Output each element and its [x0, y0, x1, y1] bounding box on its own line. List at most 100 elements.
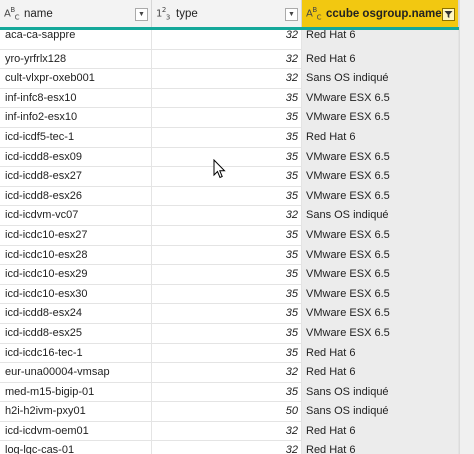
table-row[interactable]: yro-yrfrlx128 32 Red Hat 6 [0, 49, 459, 70]
cell-type[interactable]: 50 [152, 402, 302, 422]
cell-os[interactable]: VMware ESX 6.5 [302, 186, 459, 207]
cell-os[interactable]: VMware ESX 6.5 [302, 245, 459, 266]
cell-type[interactable]: 35 [152, 343, 302, 364]
table-row[interactable]: icd-icdd8-esx09 35 VMware ESX 6.5 [0, 147, 459, 168]
column-label-os: ccube osgroup.name [326, 8, 442, 20]
cell-os[interactable]: Red Hat 6 [302, 421, 459, 442]
column-header-os[interactable]: ABC ccube osgroup.name [302, 0, 459, 28]
cell-os[interactable]: VMware ESX 6.5 [302, 88, 459, 109]
table-row[interactable]: icd-icdvm-oem01 32 Red Hat 6 [0, 421, 459, 442]
cell-name[interactable]: icd-icdc16-tec-1 [0, 343, 152, 364]
cell-type[interactable]: 32 [152, 441, 302, 454]
cell-os[interactable]: VMware ESX 6.5 [302, 304, 459, 324]
text-type-icon[interactable]: ABC [4, 6, 22, 21]
cell-os[interactable]: Red Hat 6 [302, 343, 459, 364]
cell-name[interactable]: icd-icdd8-esx25 [0, 323, 152, 344]
cell-type[interactable]: 35 [152, 382, 302, 403]
cell-os[interactable]: VMware ESX 6.5 [302, 167, 459, 187]
cell-name[interactable]: icd-icdd8-esx27 [0, 167, 152, 187]
dropdown-icon[interactable]: ▼ [135, 7, 148, 21]
cell-name[interactable]: inf-infc8-esx10 [0, 88, 152, 109]
cell-os[interactable]: Sans OS indiqué [302, 69, 459, 89]
cell-os[interactable]: Red Hat 6 [302, 363, 459, 383]
cell-os[interactable]: Sans OS indiqué [302, 206, 459, 226]
cell-os[interactable]: VMware ESX 6.5 [302, 225, 459, 246]
cell-name[interactable]: log-lgc-cas-01 [0, 441, 152, 454]
cell-name[interactable]: icd-icdvm-vc07 [0, 206, 152, 226]
cell-os[interactable]: Red Hat 6 [302, 49, 459, 70]
table-row[interactable]: icd-icdf5-tec-1 35 Red Hat 6 [0, 127, 459, 148]
cell-type[interactable]: 32 [152, 69, 302, 89]
cell-name[interactable]: icd-icdc10-esx29 [0, 265, 152, 285]
table-row[interactable]: icd-icdc16-tec-1 35 Red Hat 6 [0, 343, 459, 364]
cell-name[interactable]: icd-icdc10-esx30 [0, 284, 152, 305]
cell-name[interactable]: yro-yrfrlx128 [0, 49, 152, 70]
cell-os[interactable]: VMware ESX 6.5 [302, 265, 459, 285]
cell-name[interactable]: eur-una00004-vmsap [0, 363, 152, 383]
cell-name[interactable]: icd-icdc10-esx28 [0, 245, 152, 266]
cell-name[interactable]: cult-vlxpr-oxeb001 [0, 69, 152, 89]
table-row[interactable]: cult-vlxpr-oxeb001 32 Sans OS indiqué [0, 69, 459, 89]
cell-name[interactable]: icd-icdc10-esx27 [0, 225, 152, 246]
cell-name[interactable]: med-m15-bigip-01 [0, 382, 152, 403]
cell-type[interactable]: 35 [152, 284, 302, 305]
data-grid: ABC name ▼ 123 type ▼ ABC ccube osgroup.… [0, 0, 474, 454]
table-row[interactable]: med-m15-bigip-01 35 Sans OS indiqué [0, 382, 459, 403]
cell-os[interactable]: Red Hat 6 [302, 30, 459, 50]
cell-type[interactable]: 35 [152, 147, 302, 168]
cell-os[interactable]: Red Hat 6 [302, 441, 459, 454]
cell-name[interactable]: inf-info2-esx10 [0, 108, 152, 128]
table-row[interactable]: inf-info2-esx10 35 VMware ESX 6.5 [0, 108, 459, 128]
cell-os[interactable]: VMware ESX 6.5 [302, 323, 459, 344]
cell-type[interactable]: 35 [152, 127, 302, 148]
cell-name[interactable]: icd-icdd8-esx24 [0, 304, 152, 324]
cell-os[interactable]: Red Hat 6 [302, 127, 459, 148]
cell-name[interactable]: icd-icdd8-esx09 [0, 147, 152, 168]
cell-name[interactable]: icd-icdf5-tec-1 [0, 127, 152, 148]
cell-name[interactable]: icd-icdvm-oem01 [0, 421, 152, 442]
text-type-icon[interactable]: ABC [306, 6, 324, 21]
table-row[interactable]: icd-icdc10-esx29 35 VMware ESX 6.5 [0, 265, 459, 285]
table-row[interactable]: eur-una00004-vmsap 32 Red Hat 6 [0, 363, 459, 383]
cell-os[interactable]: Sans OS indiqué [302, 382, 459, 403]
cell-type[interactable]: 35 [152, 186, 302, 207]
table-row[interactable]: icd-icdc10-esx30 35 VMware ESX 6.5 [0, 284, 459, 305]
table-row[interactable]: icd-icdd8-esx26 35 VMware ESX 6.5 [0, 186, 459, 207]
table-row[interactable]: icd-icdvm-vc07 32 Sans OS indiqué [0, 206, 459, 226]
vertical-scrollbar[interactable] [459, 0, 474, 454]
cell-type[interactable]: 35 [152, 265, 302, 285]
cell-name[interactable]: h2i-h2ivm-pxy01 [0, 402, 152, 422]
table-row[interactable]: icd-icdc10-esx27 35 VMware ESX 6.5 [0, 225, 459, 246]
cell-os[interactable]: VMware ESX 6.5 [302, 108, 459, 128]
table-row[interactable]: inf-infc8-esx10 35 VMware ESX 6.5 [0, 88, 459, 109]
table-row[interactable]: h2i-h2ivm-pxy01 50 Sans OS indiqué [0, 402, 459, 422]
cell-type[interactable]: 32 [152, 49, 302, 70]
table-row[interactable]: icd-icdd8-esx24 35 VMware ESX 6.5 [0, 304, 459, 324]
cell-os[interactable]: VMware ESX 6.5 [302, 284, 459, 305]
cell-name[interactable]: aca-ca-sappre [0, 30, 152, 50]
cell-type[interactable]: 32 [152, 363, 302, 383]
dropdown-icon[interactable]: ▼ [285, 7, 298, 21]
filter-icon[interactable] [442, 7, 455, 21]
cell-type[interactable]: 32 [152, 421, 302, 442]
table-row[interactable]: icd-icdc10-esx28 35 VMware ESX 6.5 [0, 245, 459, 266]
number-type-icon[interactable]: 123 [156, 6, 174, 21]
column-header-type[interactable]: 123 type ▼ [152, 0, 302, 28]
cell-type[interactable]: 35 [152, 304, 302, 324]
cell-type[interactable]: 35 [152, 323, 302, 344]
cell-type[interactable]: 35 [152, 167, 302, 187]
cell-name[interactable]: icd-icdd8-esx26 [0, 186, 152, 207]
cell-type[interactable]: 35 [152, 225, 302, 246]
cell-type[interactable]: 35 [152, 245, 302, 266]
cell-type[interactable]: 35 [152, 108, 302, 128]
table-row[interactable]: aca-ca-sappre 32 Red Hat 6 [0, 30, 459, 50]
column-header-name[interactable]: ABC name ▼ [0, 0, 152, 28]
table-row[interactable]: icd-icdd8-esx25 35 VMware ESX 6.5 [0, 323, 459, 344]
cell-type[interactable]: 32 [152, 30, 302, 50]
cell-os[interactable]: Sans OS indiqué [302, 402, 459, 422]
cell-type[interactable]: 32 [152, 206, 302, 226]
cell-os[interactable]: VMware ESX 6.5 [302, 147, 459, 168]
cell-type[interactable]: 35 [152, 88, 302, 109]
table-row[interactable]: log-lgc-cas-01 32 Red Hat 6 [0, 441, 459, 454]
table-row[interactable]: icd-icdd8-esx27 35 VMware ESX 6.5 [0, 167, 459, 187]
